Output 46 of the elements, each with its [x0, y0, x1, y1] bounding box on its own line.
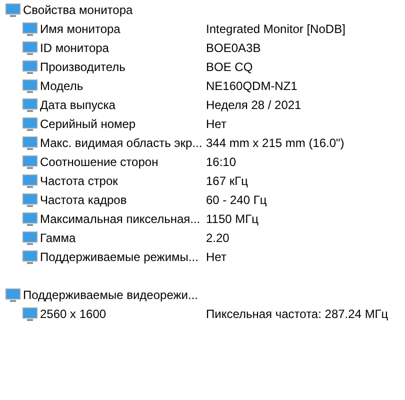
property-name[interactable]: Дата выпуска: [40, 98, 206, 112]
property-name[interactable]: 2560 x 1600: [40, 306, 206, 320]
property-name[interactable]: Гамма: [40, 230, 206, 244]
monitor-icon: [22, 230, 38, 244]
property-value: Integrated Monitor [NoDB]: [206, 22, 346, 36]
monitor-icon: [22, 250, 38, 264]
property-value: 16:10: [206, 154, 236, 168]
property-name[interactable]: Максимальная пиксельная...: [40, 212, 206, 226]
property-value: NE160QDM-NZ1: [206, 78, 298, 92]
property-value: Пиксельная частота: 287.24 МГц: [206, 306, 388, 320]
property-name[interactable]: Частота строк: [40, 174, 206, 188]
property-value: 167 кГц: [206, 174, 248, 188]
monitor-icon: [22, 60, 38, 74]
monitor-icon: [22, 174, 38, 188]
monitor-icon: [22, 78, 38, 92]
property-name[interactable]: Макс. видимая область экр...: [40, 136, 206, 150]
property-name[interactable]: Соотношение сторон: [40, 154, 206, 168]
property-name[interactable]: Серийный номер: [40, 116, 206, 130]
property-value: 60 - 240 Гц: [206, 192, 267, 206]
monitor-icon: [22, 192, 38, 206]
property-value: BOE CQ: [206, 60, 253, 74]
monitor-icon: [5, 2, 21, 16]
property-value: Неделя 28 / 2021: [206, 98, 302, 112]
monitor-icon: [22, 22, 38, 36]
property-name[interactable]: Имя монитора: [40, 22, 206, 36]
monitor-icon: [22, 116, 38, 130]
property-value: 1150 МГц: [206, 212, 259, 226]
property-name[interactable]: ID монитора: [40, 40, 206, 54]
property-value: 344 mm x 215 mm (16.0"): [206, 136, 344, 150]
property-name[interactable]: Частота кадров: [40, 192, 206, 206]
property-value: Нет: [206, 250, 226, 264]
monitor-icon: [22, 306, 38, 320]
monitor-icon: [22, 136, 38, 150]
property-value: Нет: [206, 116, 226, 130]
monitor-icon: [22, 212, 38, 226]
property-name[interactable]: Производитель: [40, 60, 206, 74]
monitor-icon: [5, 288, 21, 302]
monitor-icon: [22, 40, 38, 54]
property-value: 2.20: [206, 230, 230, 244]
property-value: BOE0A3B: [206, 40, 261, 54]
property-name[interactable]: Модель: [40, 78, 206, 92]
monitor-icon: [22, 98, 38, 112]
property-name[interactable]: Поддерживаемые режимы...: [40, 250, 206, 264]
monitor-icon: [22, 154, 38, 168]
section-title[interactable]: Свойства монитора: [23, 2, 223, 16]
section-title[interactable]: Поддерживаемые видеорежи...: [23, 288, 223, 302]
